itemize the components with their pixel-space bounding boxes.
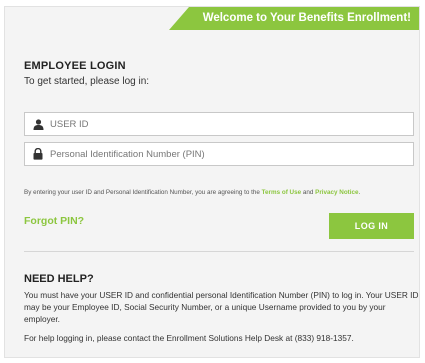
login-card: Welcome to Your Benefits Enrollment! EMP… <box>4 6 420 358</box>
pin-input[interactable] <box>48 143 413 165</box>
privacy-notice-link[interactable]: Privacy Notice <box>315 189 358 196</box>
user-id-field[interactable] <box>24 112 414 136</box>
help-paragraph-credentials: You must have your USER ID and confident… <box>24 290 419 324</box>
forgot-pin-link[interactable]: Forgot PIN? <box>24 215 84 227</box>
lock-icon <box>28 148 48 160</box>
login-button[interactable]: LOG IN <box>329 213 414 239</box>
terms-of-use-link[interactable]: Terms of Use <box>262 189 301 196</box>
help-heading: NEED HELP? <box>24 273 94 285</box>
login-heading: EMPLOYEE LOGIN <box>24 60 126 72</box>
login-subheading: To get started, please log in: <box>24 76 150 87</box>
legal-suffix: . <box>358 189 361 196</box>
pin-field[interactable] <box>24 142 414 166</box>
section-divider <box>24 251 414 252</box>
user-id-input[interactable] <box>48 113 413 135</box>
welcome-banner: Welcome to Your Benefits Enrollment! <box>169 7 419 30</box>
user-icon <box>28 118 48 130</box>
legal-prefix: By entering your user ID and Personal Id… <box>24 189 260 196</box>
legal-notice: By entering your user ID and Personal Id… <box>24 189 419 196</box>
help-paragraph-contact: For help logging in, please contact the … <box>24 333 354 343</box>
legal-and: and <box>302 189 314 196</box>
